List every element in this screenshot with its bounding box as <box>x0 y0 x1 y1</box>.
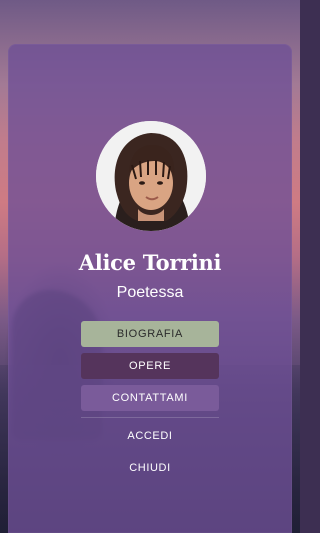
menu-divider <box>81 417 219 418</box>
chiudi-link[interactable]: CHIUDI <box>81 462 219 474</box>
opere-button[interactable]: OPERE <box>81 353 219 379</box>
avatar <box>96 121 206 231</box>
contattami-button[interactable]: CONTATTAMI <box>81 385 219 411</box>
profile-role: Poetessa <box>116 284 184 301</box>
accedi-link[interactable]: ACCEDI <box>81 430 219 442</box>
profile-name: Alice Torrini <box>78 250 222 275</box>
avatar-portrait-icon <box>96 121 206 231</box>
biografia-button[interactable]: BIOGRAFIA <box>81 321 219 347</box>
